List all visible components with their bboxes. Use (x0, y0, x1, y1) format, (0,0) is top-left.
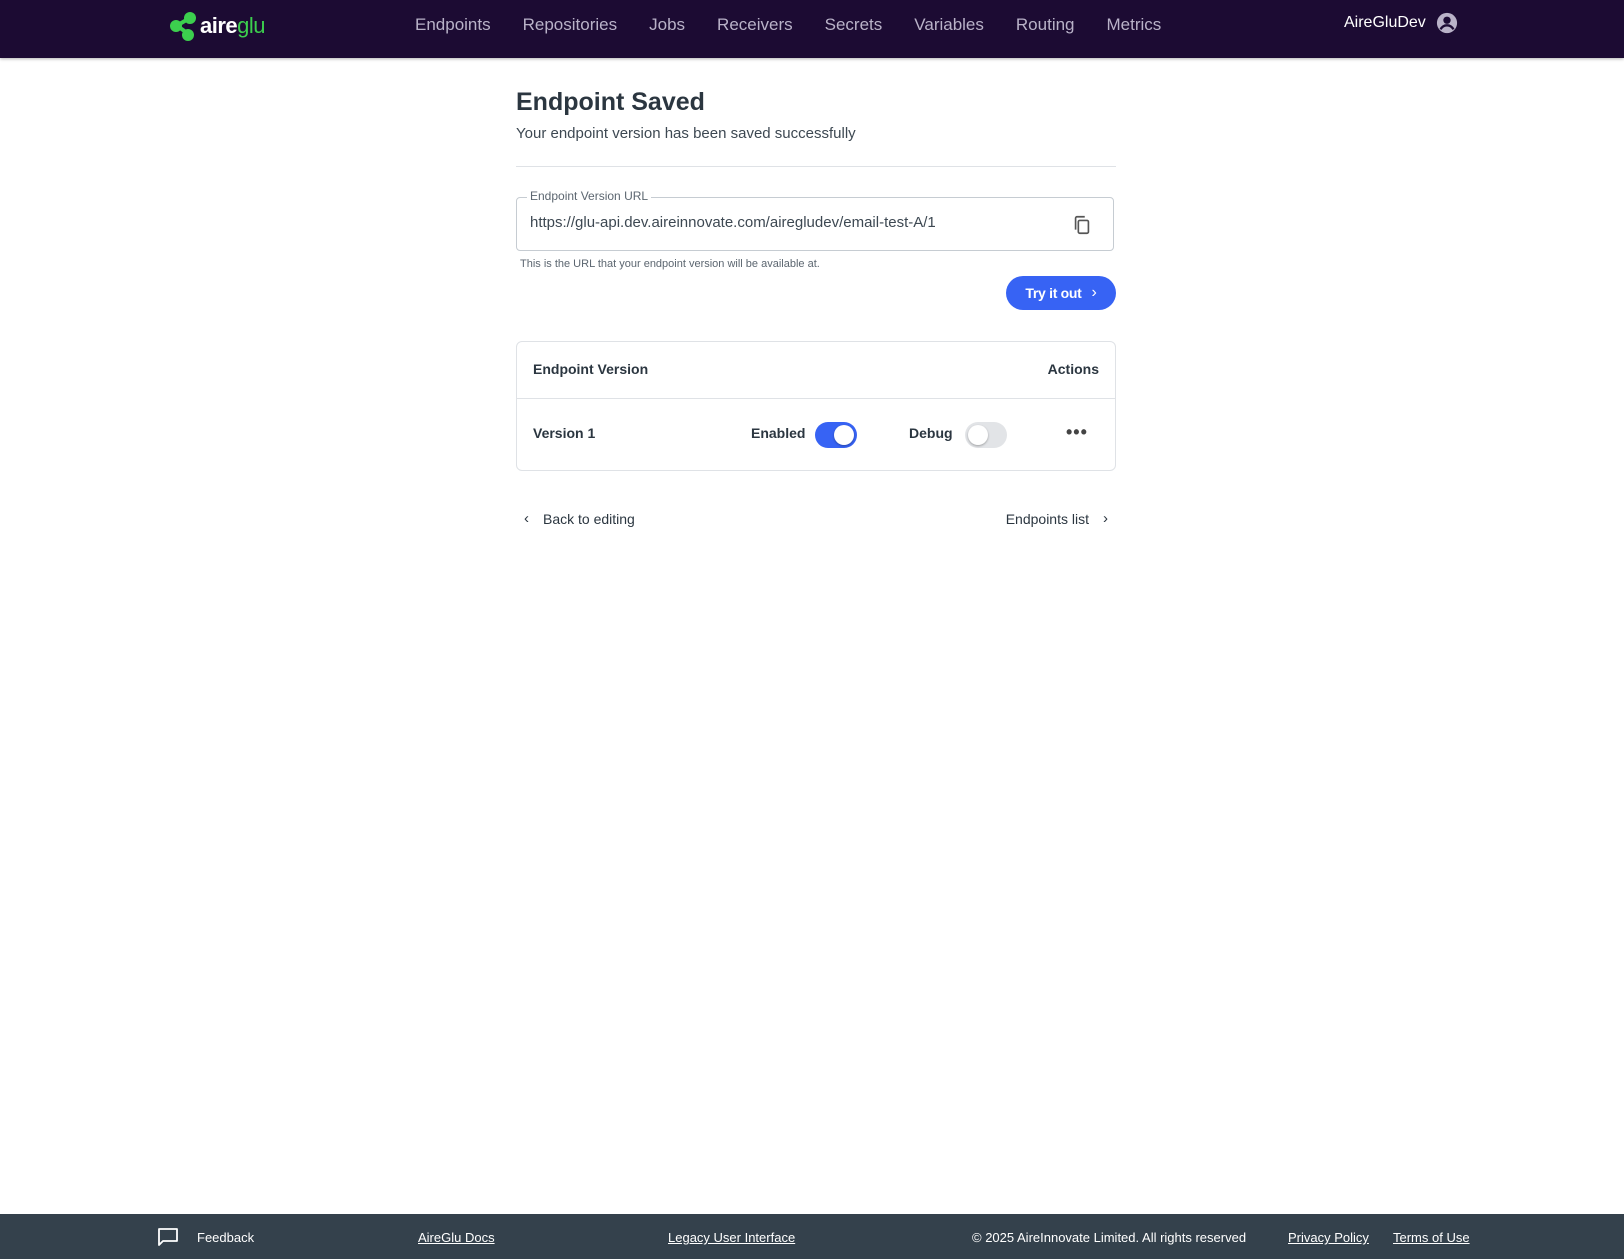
back-to-editing-label: Back to editing (543, 510, 635, 527)
table-row: Version 1 Enabled Debug ••• (517, 399, 1115, 471)
toggle-knob (834, 425, 854, 445)
enabled-label: Enabled (751, 425, 806, 441)
aireglu-logo[interactable]: aireglu (168, 10, 266, 42)
endpoints-list-label: Endpoints list (1005, 510, 1089, 527)
table-header: Endpoint Version Actions (517, 342, 1115, 399)
endpoint-url-label: Endpoint Version URL (527, 189, 652, 203)
versions-table: Endpoint Version Actions Version 1 Enabl… (516, 341, 1116, 471)
feedback-icon (158, 1228, 178, 1246)
nav-repositories[interactable]: Repositories (523, 15, 618, 35)
debug-label: Debug (909, 425, 953, 441)
main-content: Endpoint Saved Your endpoint version has… (516, 86, 1116, 527)
feedback-label: Feedback (197, 1229, 255, 1245)
version-name: Version 1 (533, 425, 596, 441)
divider (516, 166, 1116, 167)
debug-toggle[interactable] (965, 422, 1007, 448)
nav-jobs[interactable]: Jobs (649, 15, 685, 35)
logo-aire-text: aire (200, 13, 238, 38)
more-actions-icon[interactable]: ••• (1066, 423, 1088, 441)
nav-receivers[interactable]: Receivers (717, 15, 793, 35)
endpoint-url-value[interactable]: https://glu-api.dev.aireinnovate.com/air… (530, 214, 936, 231)
privacy-policy-link[interactable]: Privacy Policy (1288, 1230, 1369, 1245)
nav-metrics[interactable]: Metrics (1107, 15, 1162, 35)
logo-glu-text: glu (237, 13, 266, 38)
logo-wordmark: aireglu (200, 13, 266, 39)
nav-variables[interactable]: Variables (914, 15, 984, 35)
nav-endpoints[interactable]: Endpoints (415, 15, 491, 35)
back-to-editing-link[interactable]: ‹ Back to editing (524, 510, 635, 527)
endpoint-url-field[interactable]: Endpoint Version URL https://glu-api.dev… (516, 189, 1114, 251)
nav-routing[interactable]: Routing (1016, 15, 1075, 35)
aireglu-docs-link[interactable]: AireGlu Docs (418, 1230, 495, 1245)
copy-icon[interactable] (1071, 214, 1093, 236)
logo-molecule-icon (170, 12, 196, 41)
header-endpoint-version: Endpoint Version (533, 361, 649, 377)
chevron-right-icon: › (1103, 510, 1108, 527)
top-navbar: aireglu Endpoints Repositories Jobs Rece… (0, 0, 1624, 58)
main-nav: Endpoints Repositories Jobs Receivers Se… (415, 0, 1193, 50)
page-title: Endpoint Saved (516, 88, 705, 116)
user-menu[interactable]: AireGluDev (1344, 12, 1458, 34)
page-subtitle: Your endpoint version has been saved suc… (516, 125, 856, 142)
legacy-ui-link[interactable]: Legacy User Interface (668, 1230, 795, 1245)
toggle-knob (968, 425, 988, 445)
footer: Feedback AireGlu Docs Legacy User Interf… (0, 1214, 1624, 1259)
enabled-toggle[interactable] (815, 422, 857, 448)
copyright-text: © 2025 AireInnovate Limited. All rights … (972, 1230, 1247, 1245)
feedback-button[interactable]: Feedback (157, 1227, 254, 1247)
endpoint-url-helper: This is the URL that your endpoint versi… (520, 258, 820, 270)
chevron-left-icon: ‹ (524, 510, 529, 527)
account-circle-icon (1436, 12, 1457, 34)
user-name: AireGluDev (1344, 14, 1426, 31)
try-it-out-label: Try it out (1025, 285, 1082, 301)
try-it-out-button[interactable]: Try it out › (1006, 276, 1116, 310)
chevron-right-icon: › (1091, 284, 1097, 301)
endpoints-list-link[interactable]: Endpoints list › (1006, 510, 1108, 527)
terms-of-use-link[interactable]: Terms of Use (1393, 1230, 1470, 1245)
header-actions: Actions (1047, 361, 1099, 377)
nav-secrets[interactable]: Secrets (825, 15, 883, 35)
